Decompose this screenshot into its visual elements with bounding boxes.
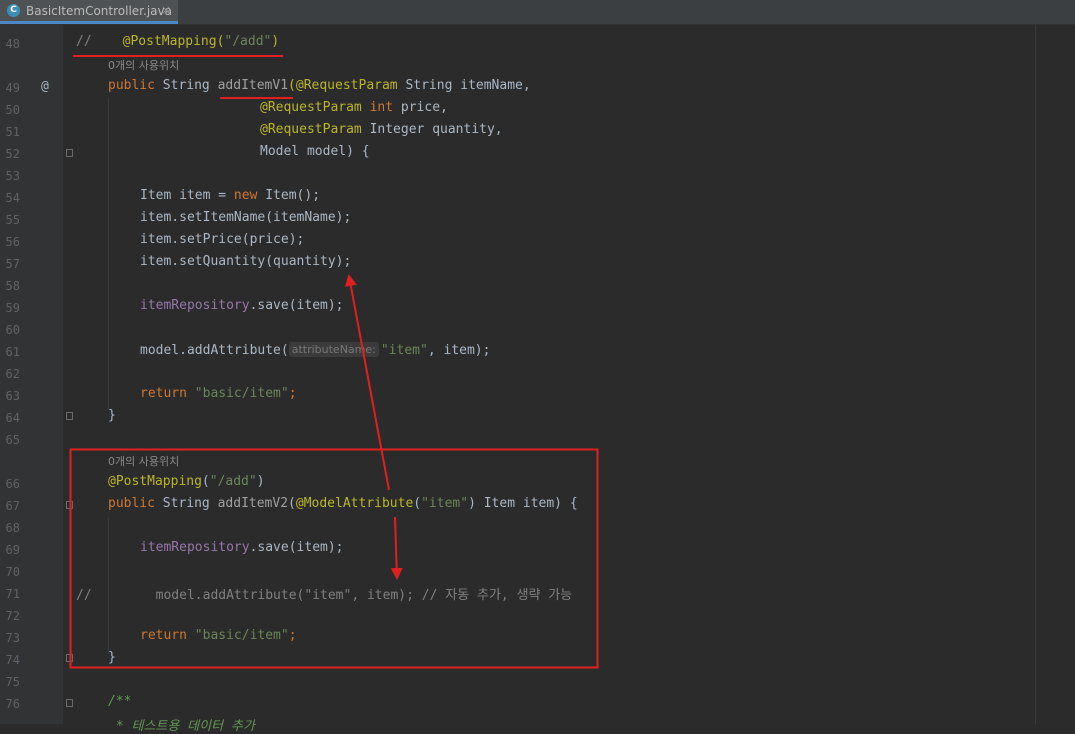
red-arrow (344, 274, 390, 491)
red-arrow (390, 516, 403, 580)
red-highlight-box (69, 448, 599, 669)
annotation-overlay (69, 55, 599, 669)
